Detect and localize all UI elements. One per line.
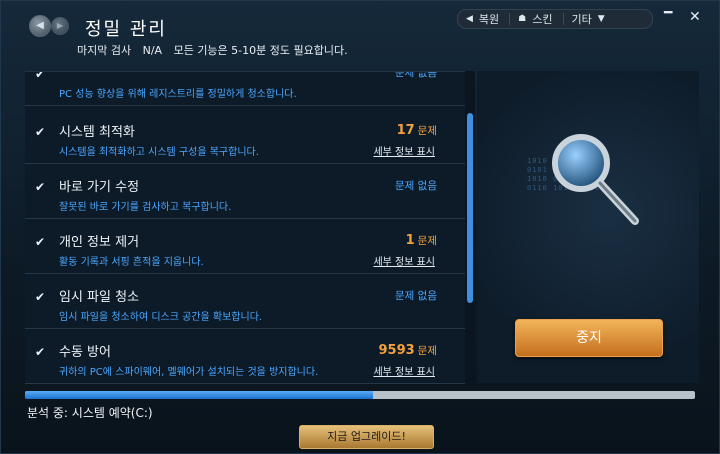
- etc-label: 기타: [571, 13, 592, 26]
- scrollbar-thumb[interactable]: [467, 113, 473, 303]
- checkbox[interactable]: ✔: [35, 72, 47, 80]
- item-status: 1 문제: [406, 233, 437, 248]
- page-title: 정밀 관리: [85, 19, 167, 40]
- item-description: 임시 파일을 청소하여 디스크 공간을 확보합니다.: [59, 312, 263, 323]
- magnifier-icon: [552, 134, 639, 225]
- last-scan-value: N/A: [142, 44, 163, 57]
- item-description: 활동 기록과 서핑 흔적을 지웁니다.: [59, 257, 204, 268]
- app-window: ◀ ▶ 정밀 관리 마지막 검사 N/A 모든 기능은 5-10분 정도 필요합…: [0, 0, 720, 454]
- back-icon[interactable]: ◀: [29, 15, 51, 37]
- list-item: ✔ 개인 정보 제거 활동 기록과 서핑 흔적을 지웁니다. 1 문제 세부 정보…: [25, 220, 465, 274]
- item-description: 시스템을 최적화하고 시스템 구성을 복구합니다.: [59, 147, 259, 158]
- checkbox[interactable]: ✔: [35, 346, 47, 358]
- list-item: ✔ 임시 파일 청소 임시 파일을 청소하여 디스크 공간을 확보합니다. 문제…: [25, 275, 465, 329]
- chevron-down-icon: ▼: [597, 14, 605, 24]
- issue-count: 9593: [378, 343, 415, 358]
- item-title: 개인 정보 제거: [59, 235, 140, 250]
- upgrade-button[interactable]: 지금 업그레이드!: [299, 425, 434, 449]
- details-link[interactable]: 세부 정보 표시: [373, 143, 435, 158]
- scrollbar[interactable]: [465, 71, 475, 383]
- issue-count: 17: [396, 123, 415, 138]
- list-item: ✔ 시스템 최적화 시스템을 최적화하고 시스템 구성을 복구합니다. 17 문제…: [25, 110, 465, 164]
- progress-fill: [25, 391, 374, 399]
- checkbox[interactable]: ✔: [35, 181, 47, 193]
- close-button[interactable]: ✕: [689, 9, 701, 25]
- etc-menu[interactable]: 기타 ▼: [572, 11, 611, 27]
- list-item: ✔ PC 성능 향상을 위해 레지스트리를 정밀하게 청소합니다. 문제 없음: [25, 71, 465, 106]
- item-title: 임시 파일 청소: [59, 290, 140, 305]
- shirt-icon: ☗: [518, 14, 527, 24]
- item-status: 문제 없음: [395, 180, 437, 192]
- skin-menu[interactable]: ☗ 스킨: [518, 11, 552, 27]
- list-item: ✔ 수동 방어 귀하의 PC에 스파이웨어, 멜웨어가 설치되는 것을 방지합니…: [25, 330, 465, 384]
- checkbox[interactable]: ✔: [35, 236, 47, 248]
- scan-visual-panel: 1010 0101 1010 0101 1010 0110 1010 0101 …: [477, 71, 699, 383]
- issue-label: 문제: [417, 125, 437, 137]
- top-menu-bar: ◀ 복원 ☗ 스킨 기타 ▼: [457, 9, 653, 29]
- item-title: 시스템 최적화: [59, 125, 135, 140]
- last-scan-label: 마지막 검사: [77, 44, 132, 57]
- restore-icon: ◀: [466, 14, 473, 24]
- minimize-button[interactable]: ━: [664, 5, 672, 21]
- subtitle: 마지막 검사 N/A 모든 기능은 5-10분 정도 필요합니다.: [77, 42, 356, 58]
- item-status: 17 문제: [397, 123, 437, 138]
- checkbox[interactable]: ✔: [35, 291, 47, 303]
- details-link[interactable]: 세부 정보 표시: [373, 253, 435, 268]
- checkbox[interactable]: ✔: [35, 126, 47, 138]
- menu-divider: [509, 13, 511, 25]
- issue-label: 문제: [417, 235, 437, 247]
- item-status: 문제 없음: [395, 290, 437, 302]
- details-link[interactable]: 세부 정보 표시: [373, 363, 435, 378]
- restore-label: 복원: [478, 13, 500, 26]
- item-description: 잘못된 바로 가기를 검사하고 복구합니다.: [59, 202, 232, 213]
- skin-label: 스킨: [532, 13, 553, 26]
- menu-divider: [562, 13, 564, 25]
- item-description: 귀하의 PC에 스파이웨어, 멜웨어가 설치되는 것을 방지합니다.: [59, 367, 319, 378]
- item-title: 바로 가기 수정: [59, 180, 140, 195]
- item-status: 문제 없음: [395, 71, 437, 79]
- scan-item-list: ✔ PC 성능 향상을 위해 레지스트리를 정밀하게 청소합니다. 문제 없음 …: [25, 71, 465, 384]
- scan-progress-bar: [25, 391, 695, 399]
- item-status: 9593 문제: [378, 343, 437, 358]
- issue-count: 1: [405, 233, 415, 248]
- scan-status-text: 분석 중: 시스템 예약(C:): [27, 406, 153, 420]
- forward-icon[interactable]: ▶: [51, 17, 69, 35]
- list-item: ✔ 바로 가기 수정 잘못된 바로 가기를 검사하고 복구합니다. 문제 없음: [25, 165, 465, 219]
- duration-note: 모든 기능은 5-10분 정도 필요합니다.: [173, 44, 348, 57]
- restore-menu[interactable]: ◀ 복원: [466, 11, 499, 27]
- item-description: PC 성능 향상을 위해 레지스트리를 정밀하게 청소합니다.: [59, 89, 297, 100]
- item-title: 수동 방어: [59, 345, 111, 360]
- issue-label: 문제: [417, 345, 437, 357]
- stop-button[interactable]: 중지: [515, 319, 663, 357]
